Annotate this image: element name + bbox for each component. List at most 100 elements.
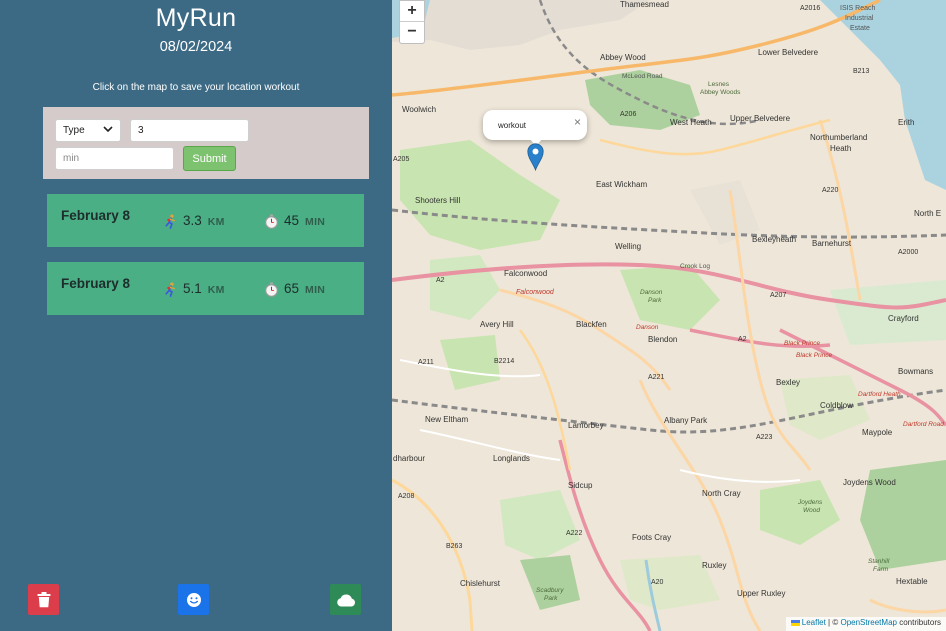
map-label: Lamorbey <box>568 421 604 430</box>
map-label: Upper Ruxley <box>737 589 785 598</box>
map-label: Scadbury <box>536 587 564 594</box>
map-label: A2 <box>738 336 747 343</box>
map-label: New Eltham <box>425 415 468 424</box>
map-label: McLeod Road <box>622 73 663 80</box>
map-label: Barnehurst <box>812 239 852 248</box>
attribution-separator: | © <box>828 618 839 627</box>
workout-duration: 65 MIN <box>264 281 325 297</box>
osm-link[interactable]: OpenStreetMap <box>840 618 896 627</box>
submit-button[interactable]: Submit <box>183 146 236 171</box>
workout-duration: 45 MIN <box>264 213 325 229</box>
duration-input[interactable] <box>55 147 174 170</box>
map-label: Crayford <box>888 314 919 323</box>
map-label: A222 <box>566 530 582 537</box>
map-popup: workout × <box>483 110 587 146</box>
distance-value: 5.1 <box>183 281 202 296</box>
running-icon <box>165 213 175 229</box>
ukraine-flag-icon <box>790 619 800 626</box>
map-label: A2 <box>436 277 445 284</box>
duration-value: 65 <box>284 281 300 296</box>
distance-input[interactable] <box>130 119 249 142</box>
smile-button[interactable] <box>178 584 209 615</box>
map-label: A2000 <box>898 249 918 256</box>
map-label: Lower Belvedere <box>758 48 819 57</box>
map-attribution: Leaflet | © OpenStreetMap contributors <box>785 617 946 631</box>
map-label: Longlands <box>493 454 530 463</box>
map-label: A207 <box>770 292 786 299</box>
map-label: B263 <box>446 543 462 550</box>
map-label: A205 <box>393 156 409 163</box>
duration-unit: MIN <box>305 216 326 228</box>
location-marker-icon[interactable] <box>527 143 544 171</box>
map-label: Park <box>544 595 558 602</box>
stopwatch-icon <box>265 213 278 229</box>
sidebar: MyRun 08/02/2024 Click on the map to sav… <box>0 0 392 631</box>
running-icon <box>165 281 175 297</box>
map-label: Abbey Wood <box>600 53 646 62</box>
workout-card[interactable]: February 8 3.3 KM 45 MIN <box>47 194 364 247</box>
map-label: Chislehurst <box>460 579 501 588</box>
map-label: Bowmans <box>898 367 933 376</box>
trash-icon <box>37 591 50 607</box>
map-label: North E <box>914 209 941 218</box>
map-label: Avery Hill <box>480 320 514 329</box>
leaflet-link[interactable]: Leaflet <box>802 618 826 627</box>
map-label: Maypole <box>862 428 893 437</box>
popup-close-button[interactable]: × <box>574 115 581 129</box>
map-label: A20 <box>651 579 664 586</box>
smile-icon <box>186 592 201 607</box>
map-label: A221 <box>648 374 664 381</box>
workout-card[interactable]: February 8 5.1 KM 65 MIN <box>47 262 364 315</box>
map-label: Dartford Road <box>903 421 944 428</box>
map-label: Crook Log <box>680 263 710 270</box>
map-label: Black Prince <box>784 340 821 347</box>
map-label: Thamesmead <box>620 0 669 9</box>
duration-value: 45 <box>284 213 300 228</box>
map-label: Sidcup <box>568 481 593 490</box>
map-tiles[interactable]: Thamesmead A2016 ISIS Reach Industrial E… <box>392 0 946 631</box>
map-label: Erith <box>898 118 914 127</box>
distance-unit: KM <box>207 216 225 228</box>
map-label: East Wickham <box>596 180 647 189</box>
map-label: Joydens Wood <box>843 478 896 487</box>
workout-form: Type Submit <box>43 107 369 179</box>
map-label: ISIS Reach <box>840 5 876 12</box>
map-label: Blackfen <box>576 320 607 329</box>
zoom-in-button[interactable]: + <box>400 1 424 22</box>
type-select-wrapper[interactable]: Type <box>55 119 121 142</box>
map-label: Dartford Heath <box>858 391 901 398</box>
distance-unit: KM <box>207 284 225 296</box>
map-label: Foots Cray <box>632 533 671 542</box>
map-label: Estate <box>850 25 870 32</box>
workout-date: February 8 <box>61 276 131 291</box>
map-label: Bexley <box>776 378 800 387</box>
map[interactable]: Thamesmead A2016 ISIS Reach Industrial E… <box>392 0 946 631</box>
map-label: A206 <box>620 111 636 118</box>
duration-unit: MIN <box>305 284 326 296</box>
app-title: MyRun <box>155 4 237 32</box>
zoom-control: + − <box>399 0 425 44</box>
map-label: Bexleyheath <box>752 235 796 244</box>
map-label: Danson <box>640 289 663 296</box>
delete-all-button[interactable] <box>28 584 59 615</box>
map-label: Hextable <box>896 577 928 586</box>
map-label: Wood <box>803 507 820 514</box>
map-label: Farm <box>873 566 889 573</box>
map-label: Heath <box>830 144 851 153</box>
map-label: A220 <box>822 187 838 194</box>
map-label: B2214 <box>494 358 514 365</box>
type-select[interactable]: Type <box>55 119 121 142</box>
cloud-icon <box>336 594 355 606</box>
stopwatch-icon <box>265 281 278 297</box>
workout-date: February 8 <box>61 208 131 223</box>
map-label: A223 <box>756 434 772 441</box>
cloud-save-button[interactable] <box>330 584 361 615</box>
map-label: B213 <box>853 68 869 75</box>
zoom-out-button[interactable]: − <box>400 22 424 42</box>
map-label: Park <box>648 297 662 304</box>
current-date: 08/02/2024 <box>159 39 233 55</box>
map-label: Coldblow <box>820 401 853 410</box>
map-label: A2016 <box>800 5 820 12</box>
map-label: West Heath <box>670 118 712 127</box>
map-label: Falconwood <box>504 269 547 278</box>
